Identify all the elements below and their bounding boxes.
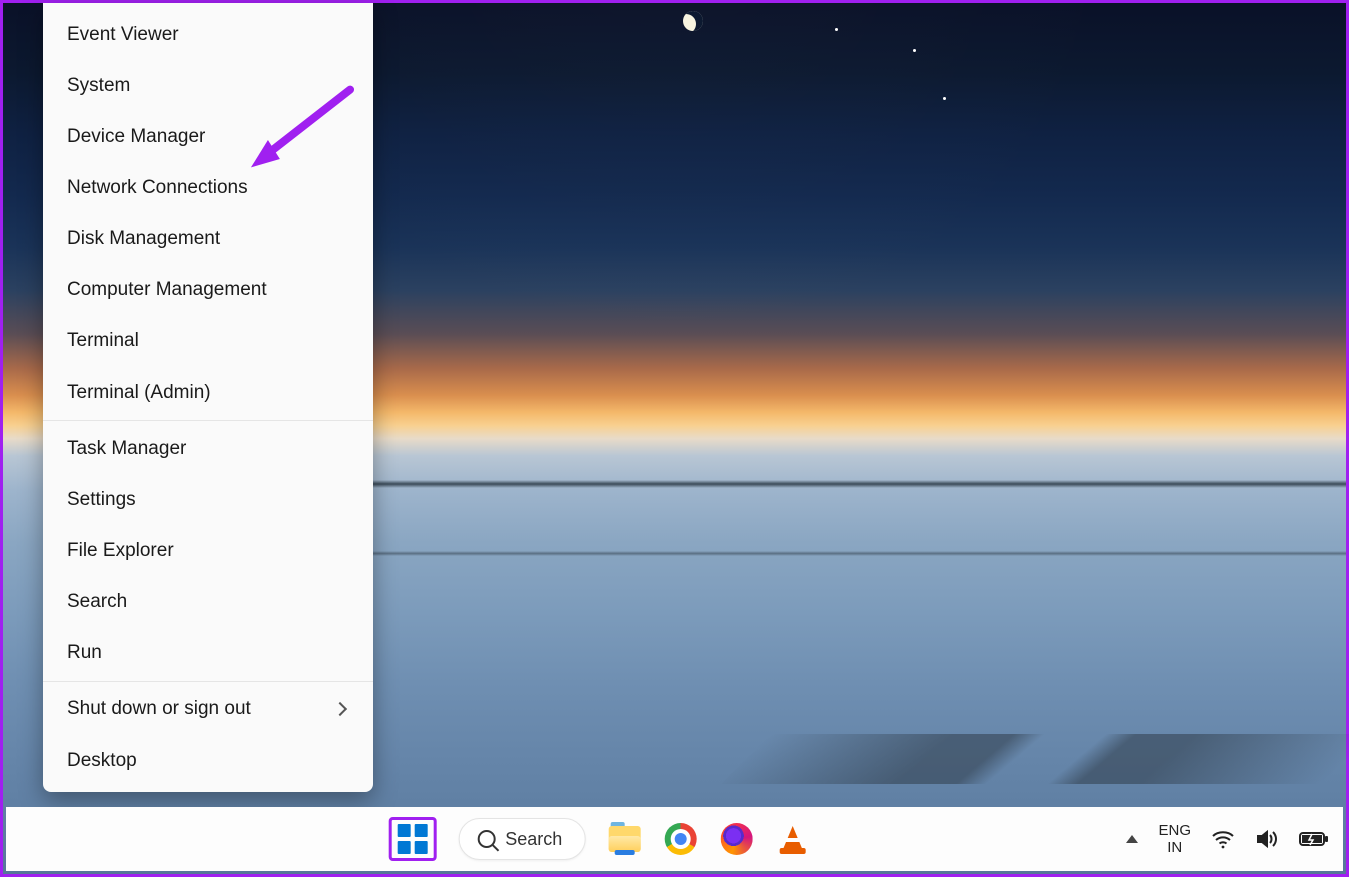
wifi-icon[interactable] [1211,829,1235,849]
menu-item-desktop[interactable]: Desktop [43,735,373,786]
start-context-menu: Event Viewer System Device Manager Netwo… [43,3,373,792]
menu-item-device-manager[interactable]: Device Manager [43,111,373,162]
menu-item-label: Terminal (Admin) [67,382,211,404]
menu-item-label: Computer Management [67,279,267,301]
menu-item-computer-management[interactable]: Computer Management [43,265,373,316]
system-tray: ENG IN [1126,807,1329,871]
menu-item-label: Settings [67,489,136,511]
star-graphic [943,97,946,100]
taskbar-app-chrome[interactable] [663,822,697,856]
tray-overflow-button[interactable] [1126,835,1138,843]
chevron-right-icon [333,702,347,716]
menu-item-label: Search [67,591,127,613]
menu-item-label: Shut down or sign out [67,698,251,720]
menu-item-terminal[interactable]: Terminal [43,316,373,367]
landscape-road [721,734,1349,784]
menu-item-disk-management[interactable]: Disk Management [43,214,373,265]
language-line1: ENG [1158,822,1191,839]
menu-item-task-manager[interactable]: Task Manager [43,423,373,474]
taskbar: Search ENG IN [6,807,1343,871]
search-icon [477,830,495,848]
annotation-highlight-start [388,817,436,861]
screenshot-frame: Event Viewer System Device Manager Netwo… [0,0,1349,877]
taskbar-app-firefox[interactable] [719,822,753,856]
taskbar-app-file-explorer[interactable] [607,822,641,856]
menu-item-label: Event Viewer [67,24,179,46]
star-graphic [913,49,916,52]
start-button[interactable] [397,824,427,854]
menu-item-label: Terminal [67,330,139,352]
battery-icon[interactable] [1299,830,1329,848]
volume-icon[interactable] [1255,828,1279,850]
menu-item-network-connections[interactable]: Network Connections [43,162,373,213]
menu-item-label: File Explorer [67,540,174,562]
menu-item-label: Desktop [67,750,137,772]
search-label: Search [505,829,562,850]
menu-item-label: Disk Management [67,228,220,250]
chrome-icon [664,823,696,855]
menu-item-terminal-admin[interactable]: Terminal (Admin) [43,367,373,418]
star-graphic [835,28,838,31]
moon-graphic [683,11,703,31]
taskbar-search[interactable]: Search [458,818,585,860]
menu-item-shut-down[interactable]: Shut down or sign out [43,684,373,735]
menu-item-run[interactable]: Run [43,628,373,679]
language-line2: IN [1158,839,1191,856]
menu-item-label: System [67,75,130,97]
landscape-line [373,551,1346,556]
menu-separator [43,420,373,421]
menu-item-label: Task Manager [67,438,186,460]
menu-item-label: Device Manager [67,126,205,148]
taskbar-app-vlc[interactable] [775,822,809,856]
menu-item-event-viewer[interactable]: Event Viewer [43,9,373,60]
file-explorer-icon [608,826,640,852]
language-indicator[interactable]: ENG IN [1158,822,1191,856]
menu-item-search[interactable]: Search [43,577,373,628]
taskbar-center: Search [388,817,809,861]
vlc-icon [778,824,806,854]
windows-icon [397,824,410,837]
menu-item-settings[interactable]: Settings [43,474,373,525]
landscape-line [373,480,1346,488]
menu-item-label: Run [67,642,102,664]
menu-separator [43,681,373,682]
firefox-icon [720,823,752,855]
menu-item-system[interactable]: System [43,60,373,111]
menu-item-label: Network Connections [67,177,248,199]
menu-item-file-explorer[interactable]: File Explorer [43,525,373,576]
